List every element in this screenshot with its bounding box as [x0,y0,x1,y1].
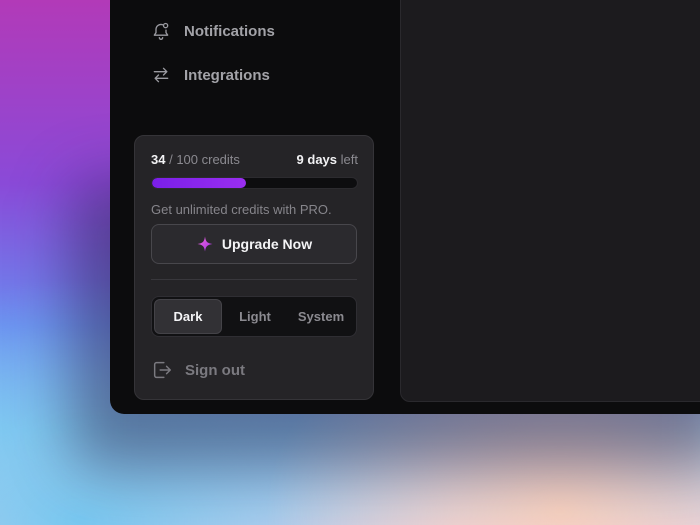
sidebar-item-notifications[interactable]: Notifications [150,19,275,43]
credits-count: 34 / 100 credits [151,152,240,167]
main-content-panel [400,0,700,402]
divider [151,279,357,280]
sign-out-icon [153,361,171,379]
promo-text: Get unlimited credits with PRO. [151,202,332,217]
sidebar-item-label: Notifications [184,22,275,40]
theme-option-dark[interactable]: Dark [154,299,222,334]
sparkle-icon [197,236,213,252]
theme-option-light[interactable]: Light [222,299,288,334]
upgrade-button-label: Upgrade Now [221,236,313,252]
credits-progress-bar [151,177,358,189]
credits-progress-fill [152,178,247,188]
sidebar-item-label: Integrations [184,66,270,84]
arrows-swap-icon [150,64,172,86]
credits-summary: 34 / 100 credits 9 days left [151,152,358,167]
days-left: 9 days left [296,152,358,167]
sign-out-label: Sign out [185,361,245,379]
upgrade-button[interactable]: Upgrade Now [151,224,357,264]
theme-option-system[interactable]: System [288,299,354,334]
theme-switcher: Dark Light System [151,296,357,337]
sign-out-button[interactable]: Sign out [151,358,245,382]
bell-icon [150,20,172,42]
credits-card: 34 / 100 credits 9 days left Get unlimit… [134,135,374,400]
sidebar-item-integrations[interactable]: Integrations [150,63,270,87]
